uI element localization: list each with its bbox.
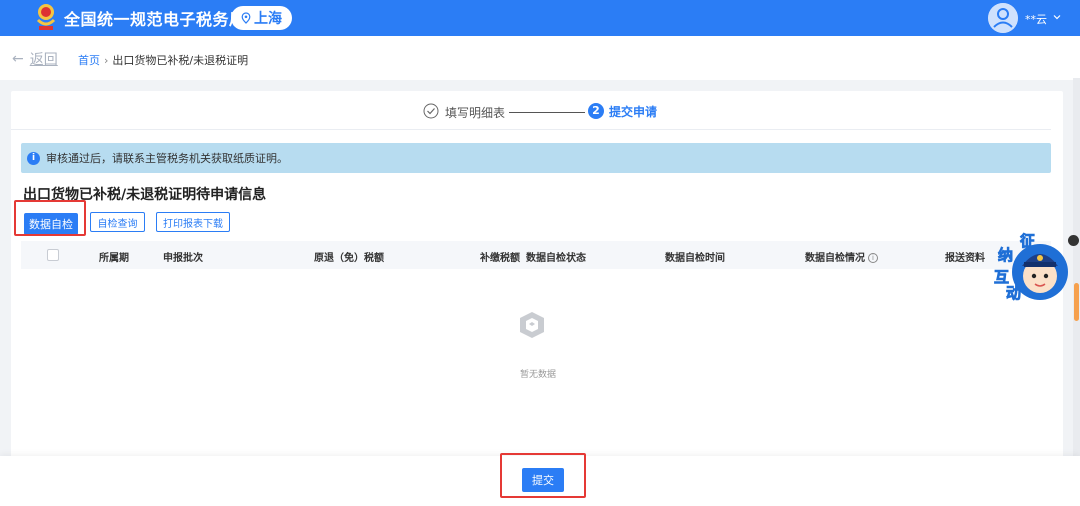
collapse-dot-icon[interactable] <box>1068 235 1079 246</box>
breadcrumb-separator: › <box>104 53 109 67</box>
empty-box-icon <box>520 312 544 338</box>
info-icon: i <box>27 151 40 165</box>
notice-text: 审核通过后，请联系主管税务机关获取纸质证明。 <box>46 152 288 165</box>
user-avatar-icon[interactable] <box>988 3 1018 33</box>
scrollbar-track[interactable] <box>1073 78 1080 458</box>
back-button[interactable]: ← 返回 <box>12 49 58 69</box>
location-pin-icon <box>241 12 251 24</box>
col-supplement-tax: 补缴税额 <box>480 253 520 264</box>
col-check-status: 数据自检状态 <box>526 253 586 264</box>
col-period: 所属期 <box>99 253 129 264</box>
step-1-label: 填写明细表 <box>445 106 506 120</box>
col-batch: 申报批次 <box>163 253 203 264</box>
divider <box>11 129 1051 130</box>
mascot-interaction-icon[interactable]: 征 纳 互 动 <box>988 228 1070 306</box>
app-title: 全国统一规范电子税务局 <box>64 10 246 29</box>
username[interactable]: **云 <box>1025 11 1047 27</box>
back-arrow-icon: ← <box>12 51 24 67</box>
step-indicator: 填写明细表 2 提交申请 <box>11 101 1063 123</box>
data-self-check-button[interactable]: 数据自检 <box>24 213 78 235</box>
print-report-download-button[interactable]: 打印报表下载 <box>156 212 230 232</box>
top-header: 全国统一规范电子税务局 上海 **云 <box>0 0 1080 36</box>
select-all-checkbox[interactable] <box>47 249 59 261</box>
submit-button[interactable]: 提交 <box>522 468 564 492</box>
tax-emblem-icon <box>36 4 56 30</box>
step-connector <box>509 112 585 113</box>
info-circle-icon[interactable]: i <box>868 253 878 263</box>
self-check-query-button[interactable]: 自检查询 <box>90 212 145 232</box>
mascot-char-2: 纳 <box>998 246 1013 264</box>
chevron-down-icon[interactable] <box>1053 13 1061 21</box>
notice-banner: i 审核通过后，请联系主管税务机关获取纸质证明。 <box>21 143 1051 173</box>
col-submit-docs: 报送资料 <box>945 253 985 264</box>
main-card: 填写明细表 2 提交申请 i 审核通过后，请联系主管税务机关获取纸质证明。 出口… <box>11 91 1063 461</box>
region-label: 上海 <box>254 11 282 27</box>
section-title: 出口货物已补税/未退税证明待申请信息 <box>23 187 267 203</box>
mascot-char-4: 动 <box>1006 284 1021 302</box>
step-done-check-icon <box>423 103 439 119</box>
col-check-result-label: 数据自检情况 <box>805 253 865 264</box>
mascot-char-1: 征 <box>1020 232 1035 250</box>
breadcrumb-home-link[interactable]: 首页 <box>78 52 100 68</box>
table-header: 所属期 申报批次 原退（免）税额 补缴税额 数据自检状态 数据自检时间 数据自检… <box>21 241 1051 269</box>
back-label: 返回 <box>29 52 58 68</box>
breadcrumb-current: 出口货物已补税/未退税证明 <box>112 54 249 67</box>
col-check-time: 数据自检时间 <box>665 253 725 264</box>
breadcrumb-bar: ← 返回 首页 › 出口货物已补税/未退税证明 <box>0 36 1080 80</box>
col-check-result: 数据自检情况 i <box>805 249 878 264</box>
region-selector[interactable]: 上海 <box>231 6 292 30</box>
step-2-label: 提交申请 <box>609 105 658 119</box>
step-2-number: 2 <box>588 103 604 119</box>
breadcrumb: 首页 › 出口货物已补税/未退税证明 <box>78 52 248 68</box>
col-refund-tax: 原退（免）税额 <box>314 253 384 264</box>
scrollbar-thumb[interactable] <box>1074 283 1079 321</box>
empty-state-text: 暂无数据 <box>520 370 557 380</box>
